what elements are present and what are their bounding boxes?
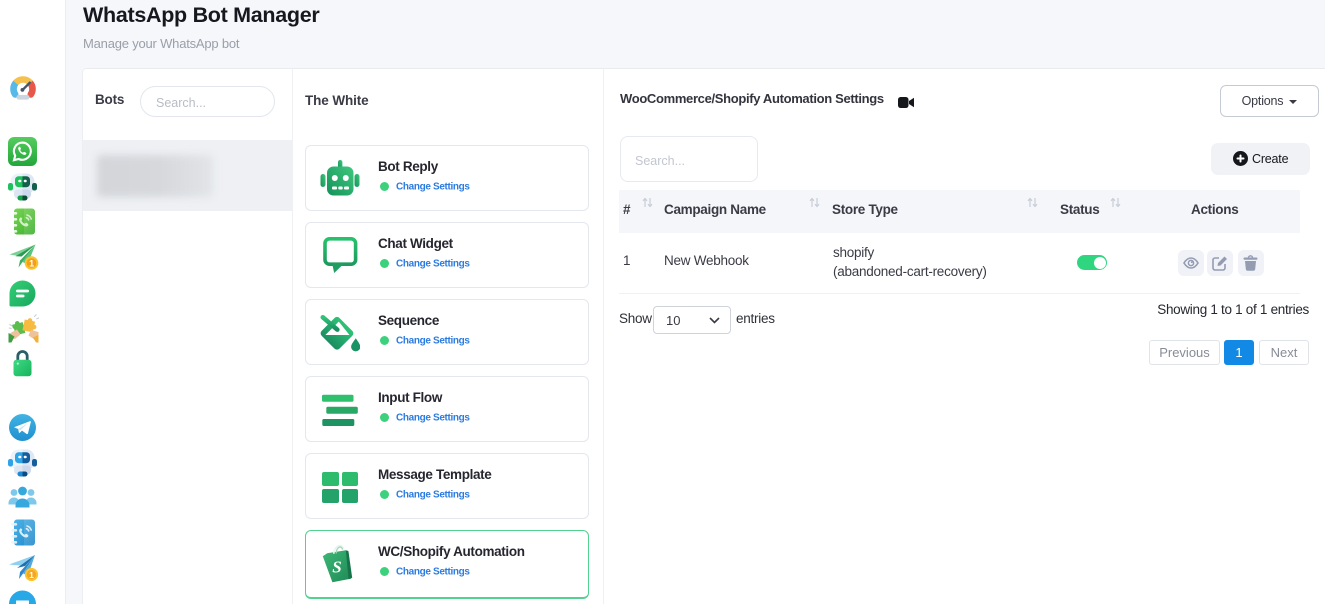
svg-text:1: 1 bbox=[29, 570, 34, 580]
svg-text:1: 1 bbox=[29, 259, 34, 269]
